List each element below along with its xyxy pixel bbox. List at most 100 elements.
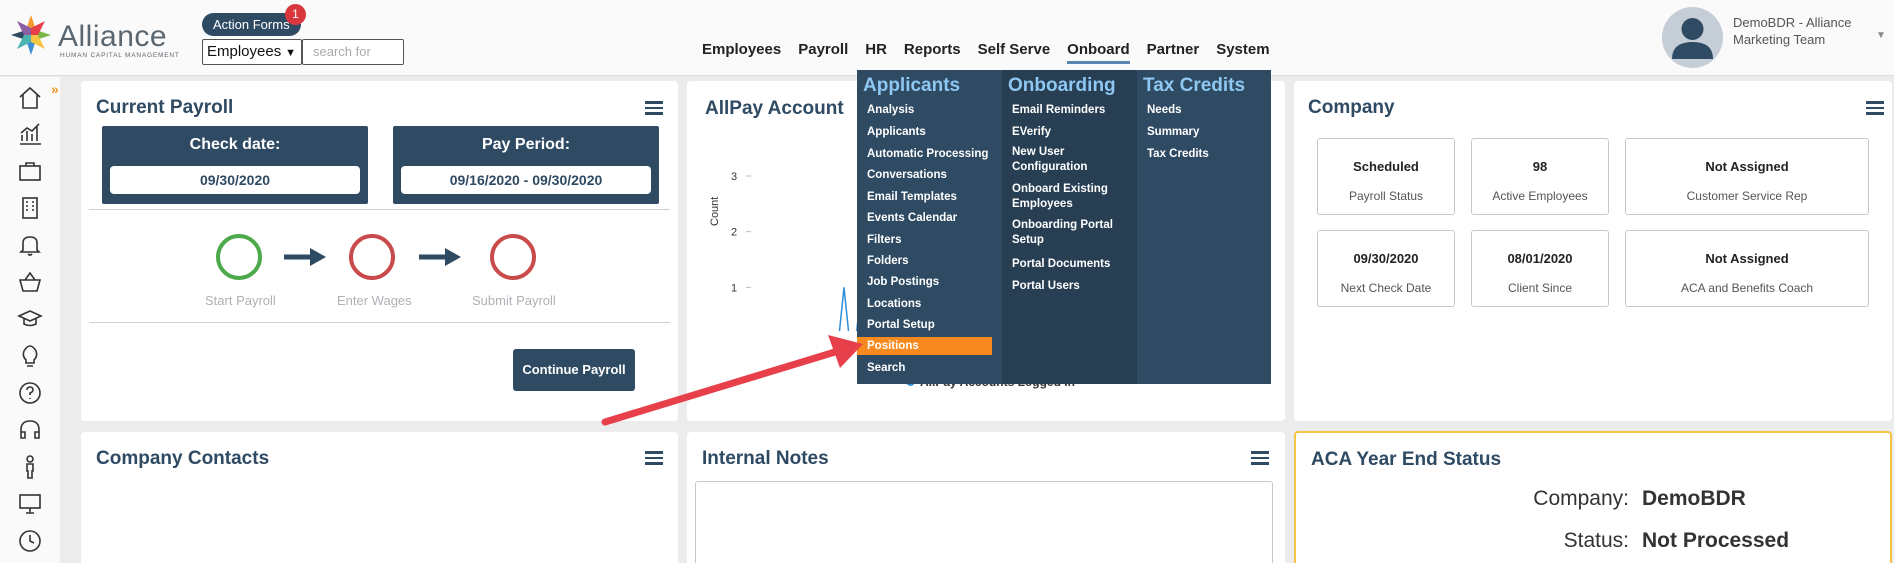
card-title: Current Payroll xyxy=(96,97,234,118)
menu-item-folders[interactable]: Folders xyxy=(857,252,992,270)
stat-label: Client Since xyxy=(1507,281,1573,295)
bell-icon[interactable] xyxy=(17,232,43,258)
menu-item-events-calendar[interactable]: Events Calendar xyxy=(857,209,992,227)
analytics-icon[interactable] xyxy=(17,121,43,147)
y-axis-label: Count xyxy=(709,196,721,226)
stat-label: ACA and Benefits Coach xyxy=(1680,281,1814,295)
enter-wages-step-icon[interactable] xyxy=(349,234,395,280)
menu-item-onboarding-portal-setup[interactable]: Onboarding Portal Setup xyxy=(1002,218,1127,250)
check-date-value: 09/30/2020 xyxy=(110,166,360,194)
avatar[interactable] xyxy=(1662,7,1723,68)
menu-item-new-user-configuration[interactable]: New User Configuration xyxy=(1002,145,1127,177)
menu-icon[interactable] xyxy=(1866,101,1884,115)
menu-item-search[interactable]: Search xyxy=(857,359,992,377)
client-since-stat: 08/01/2020 Client Since xyxy=(1471,230,1609,307)
nav-onboard[interactable]: Onboard xyxy=(1067,41,1130,64)
menu-icon[interactable] xyxy=(645,101,663,115)
briefcase-icon[interactable] xyxy=(17,158,43,184)
check-date-label: Check date: xyxy=(189,136,281,153)
chevron-down-icon: ▼ xyxy=(285,47,296,59)
start-payroll-step-icon[interactable] xyxy=(216,234,262,280)
nav-employees[interactable]: Employees xyxy=(702,41,781,64)
annotation-arrow-icon xyxy=(601,335,863,426)
menu-item-everify[interactable]: EVerify xyxy=(1002,123,1051,141)
stat-value: Not Assigned xyxy=(1705,251,1789,266)
user-menu-chevron-icon[interactable]: ▼ xyxy=(1876,30,1886,41)
graduation-cap-icon[interactable] xyxy=(17,306,43,332)
allpay-line-chart: 0123Jul '23 xyxy=(731,171,867,331)
aca-status-value: Not Processed xyxy=(1642,529,1790,552)
submit-payroll-step-icon[interactable] xyxy=(490,234,536,280)
menu-icon[interactable] xyxy=(645,451,663,465)
help-icon[interactable] xyxy=(17,380,43,406)
menu-item-applicants[interactable]: Applicants xyxy=(857,123,992,141)
menu-item-tax-credits[interactable]: Tax Credits xyxy=(1137,145,1209,163)
card-title: Company Contacts xyxy=(96,448,270,469)
basket-icon[interactable] xyxy=(17,269,43,295)
lightbulb-icon[interactable] xyxy=(17,343,43,369)
pay-period-label: Pay Period: xyxy=(481,136,571,153)
building-icon[interactable] xyxy=(17,195,43,221)
stat-value: Not Assigned xyxy=(1705,159,1789,174)
headset-icon[interactable] xyxy=(17,417,43,443)
menu-item-onboard-existing-employees[interactable]: Onboard Existing Employees xyxy=(1002,182,1127,214)
menu-item-email-reminders[interactable]: Email Reminders xyxy=(1002,101,1105,119)
menu-column-onboarding: Onboarding Email Reminders EVerify New U… xyxy=(1002,70,1137,384)
y-tick-label: 2 xyxy=(731,227,737,239)
alliance-logo[interactable]: Alliance HUMAN CAPITAL MANAGEMENT xyxy=(8,12,179,62)
menu-item-positions[interactable]: Positions xyxy=(857,337,992,355)
company-contacts-card: Company Contacts xyxy=(81,432,678,563)
stat-label: Payroll Status xyxy=(1348,189,1424,203)
notes-textarea[interactable] xyxy=(695,481,1273,563)
menu-heading-tax-credits: Tax Credits xyxy=(1143,75,1246,96)
menu-item-job-postings[interactable]: Job Postings xyxy=(857,273,992,291)
user-icon xyxy=(1672,18,1713,59)
nav-system[interactable]: System xyxy=(1216,41,1269,64)
menu-icon[interactable] xyxy=(1251,451,1269,465)
menu-item-portal-setup[interactable]: Portal Setup xyxy=(857,316,992,334)
nav-payroll[interactable]: Payroll xyxy=(798,41,848,64)
menu-heading-onboarding: Onboarding xyxy=(1008,75,1116,96)
menu-item-summary[interactable]: Summary xyxy=(1137,123,1199,141)
search-input[interactable]: search for xyxy=(302,39,404,65)
home-icon[interactable] xyxy=(17,85,43,111)
active-employees-stat: 98 Active Employees xyxy=(1471,138,1609,215)
menu-item-analysis[interactable]: Analysis xyxy=(857,101,992,119)
nav-self-serve[interactable]: Self Serve xyxy=(978,41,1051,64)
step-label-start: Start Payroll xyxy=(205,293,276,308)
person-icon[interactable] xyxy=(17,454,43,480)
stat-value: Scheduled xyxy=(1353,159,1419,174)
menu-item-needs[interactable]: Needs xyxy=(1137,101,1182,119)
menu-item-portal-users[interactable]: Portal Users xyxy=(1002,277,1080,295)
clock-icon[interactable] xyxy=(17,528,43,554)
arrow-right-icon xyxy=(419,248,461,266)
menu-item-portal-documents[interactable]: Portal Documents xyxy=(1002,255,1110,273)
card-title: AllPay Account xyxy=(705,98,844,119)
user-name[interactable]: DemoBDR - Alliance Marketing Team xyxy=(1733,14,1863,48)
monitor-icon[interactable] xyxy=(17,491,43,517)
expand-sidebar-icon[interactable]: » xyxy=(51,81,59,97)
arrow-right-icon xyxy=(284,248,326,266)
nav-reports[interactable]: Reports xyxy=(904,41,961,64)
check-date-box: Check date: 09/30/2020 xyxy=(102,126,368,204)
aca-year-end-card: ACA Year End Status Company: DemoBDR Sta… xyxy=(1294,431,1892,563)
alliance-logo-mark xyxy=(11,15,51,55)
nav-hr[interactable]: HR xyxy=(865,41,887,64)
menu-item-email-templates[interactable]: Email Templates xyxy=(857,188,992,206)
menu-item-automatic-processing[interactable]: Automatic Processing xyxy=(857,145,992,163)
payroll-status-stat: Scheduled Payroll Status xyxy=(1317,138,1455,215)
company-card: Company Scheduled Payroll Status 98 Active… xyxy=(1294,81,1892,421)
step-label-enter: Enter Wages xyxy=(337,293,412,308)
aca-company-label: Company: xyxy=(1533,487,1629,510)
stat-value: 08/01/2020 xyxy=(1507,251,1573,266)
menu-item-locations[interactable]: Locations xyxy=(857,295,992,313)
menu-item-filters[interactable]: Filters xyxy=(857,231,992,249)
aca-status-label: Status: xyxy=(1563,529,1629,552)
stat-label: Customer Service Rep xyxy=(1686,189,1808,203)
nav-partner[interactable]: Partner xyxy=(1147,41,1200,64)
search-type-select[interactable]: Employees ▼ xyxy=(202,39,302,65)
menu-item-conversations[interactable]: Conversations xyxy=(857,166,992,184)
step-label-submit: Submit Payroll xyxy=(472,293,556,308)
aca-company-value: DemoBDR xyxy=(1642,487,1746,510)
stat-value: 98 xyxy=(1532,159,1548,174)
